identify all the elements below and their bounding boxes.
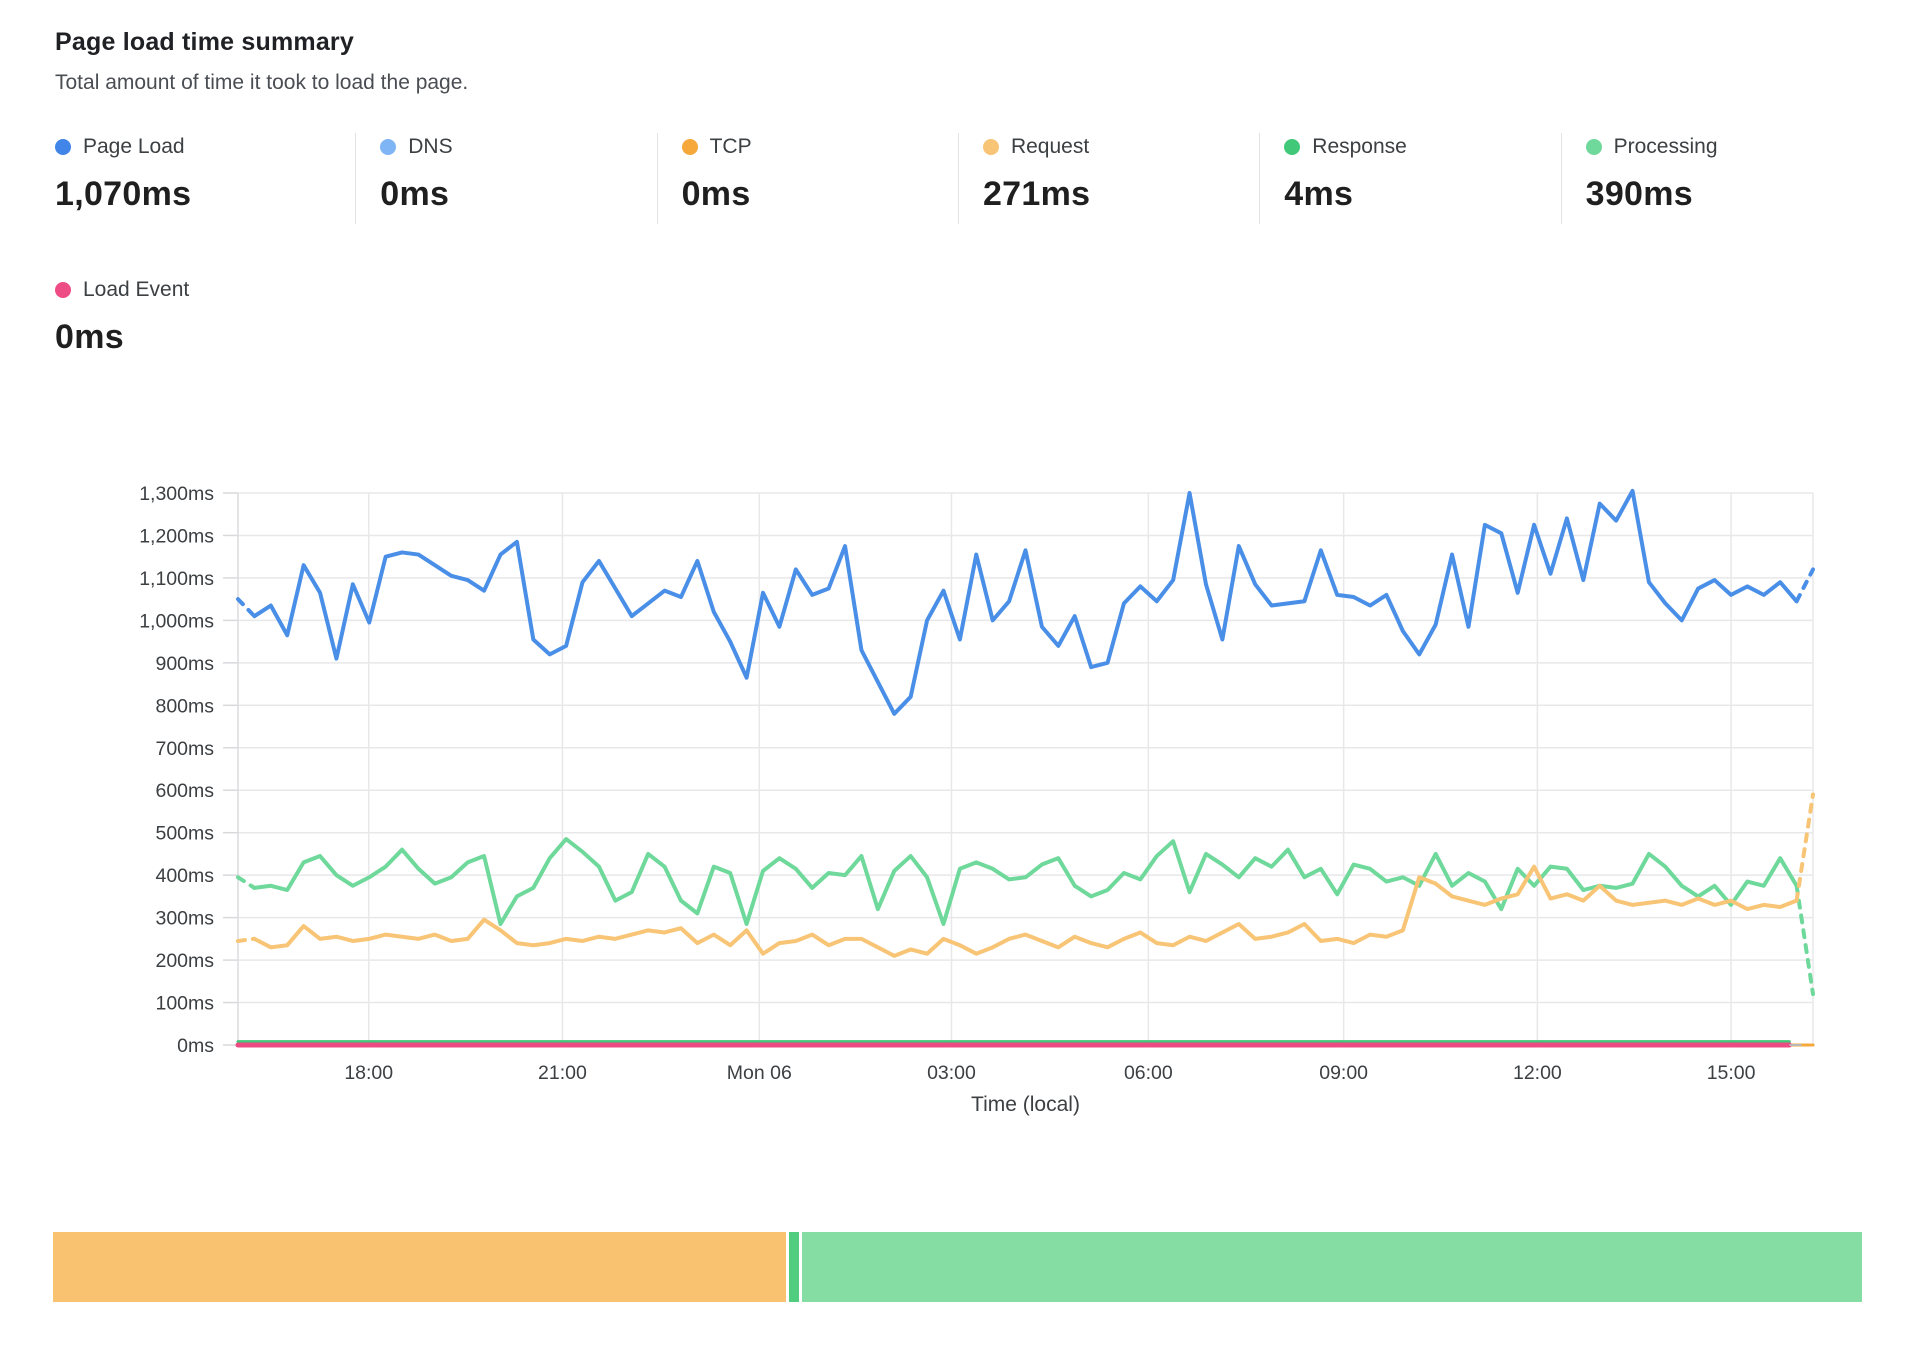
x-tick-label: Mon 06 (727, 1062, 792, 1084)
y-tick-label: 500ms (155, 823, 214, 845)
x-tick-label: 15:00 (1707, 1062, 1756, 1084)
x-tick-label: 21:00 (538, 1062, 587, 1084)
load-time-chart: 0ms 100ms 200ms 300ms 400ms 500ms 600ms 700ms 80… (55, 485, 1855, 1145)
page-subtitle: Total amount of time it took to load the… (55, 71, 1862, 95)
metrics-row: Page Load 1,070ms DNS 0ms TCP 0ms Reques… (55, 133, 1862, 224)
tcp-dot-icon (682, 139, 698, 155)
y-tick-label: 100ms (155, 993, 214, 1015)
metric-value: 0ms (682, 175, 958, 214)
page-load-summary-panel: Page load time summary Total amount of t… (0, 0, 1910, 1150)
y-tick-label: 900ms (155, 653, 214, 675)
y-tick-label: 1,000ms (139, 610, 214, 632)
page-load-dot-icon (55, 139, 71, 155)
metric-label: DNS (408, 135, 452, 159)
metric-value: 0ms (55, 318, 369, 357)
metric-label: Load Event (83, 278, 189, 302)
series-line-processing (254, 839, 1796, 924)
metric-label: Processing (1614, 135, 1718, 159)
bar-request-segment[interactable] (53, 1232, 786, 1302)
metric-label: Request (1011, 135, 1089, 159)
y-tick-label: 1,200ms (139, 525, 214, 547)
series-line-processing-dash-start (238, 877, 254, 888)
dns-dot-icon (380, 139, 396, 155)
x-tick-label: 18:00 (344, 1062, 393, 1084)
bar-response-segment[interactable] (789, 1232, 799, 1302)
processing-dot-icon (1586, 139, 1602, 155)
chart-area: 0ms 100ms 200ms 300ms 400ms 500ms 600ms 700ms 80… (55, 485, 1862, 1150)
series-line-request-dash-end (1797, 794, 1813, 900)
metric-value: 4ms (1284, 175, 1560, 214)
x-tick-label: 12:00 (1513, 1062, 1562, 1084)
metric-value: 1,070ms (55, 175, 355, 214)
bar-processing-segment[interactable] (802, 1232, 1862, 1302)
x-axis-title: Time (local) (971, 1093, 1080, 1116)
metric-value: 0ms (380, 175, 656, 214)
metric-processing: Processing 390ms (1561, 133, 1862, 224)
metric-value: 271ms (983, 175, 1259, 214)
y-tick-label: 0ms (177, 1035, 214, 1057)
metric-response: Response 4ms (1259, 133, 1560, 224)
metric-label: Response (1312, 135, 1407, 159)
y-tick-label: 1,300ms (139, 485, 214, 505)
time-share-bar[interactable] (53, 1232, 1862, 1302)
metric-load-event: Load Event 0ms (55, 276, 369, 367)
page-title: Page load time summary (55, 28, 1862, 57)
y-tick-label: 1,100ms (139, 568, 214, 590)
metric-request: Request 271ms (958, 133, 1259, 224)
metric-label: TCP (710, 135, 752, 159)
response-dot-icon (1284, 139, 1300, 155)
y-tick-label: 200ms (155, 950, 214, 972)
metric-dns: DNS 0ms (355, 133, 656, 224)
y-tick-label: 400ms (155, 865, 214, 887)
y-tick-label: 600ms (155, 780, 214, 802)
series-line-request-dash-start (238, 939, 254, 941)
y-tick-label: 300ms (155, 908, 214, 930)
series-line-request (254, 867, 1796, 956)
x-tick-label: 09:00 (1319, 1062, 1368, 1084)
series-line-page-load (254, 491, 1796, 714)
y-tick-label: 700ms (155, 738, 214, 760)
metric-tcp: TCP 0ms (657, 133, 958, 224)
series-line-page-load-dash-start (238, 599, 254, 616)
x-tick-label: 06:00 (1124, 1062, 1173, 1084)
metric-label: Page Load (83, 135, 185, 159)
y-tick-label: 800ms (155, 695, 214, 717)
metric-value: 390ms (1586, 175, 1862, 214)
request-dot-icon (983, 139, 999, 155)
metric-page-load: Page Load 1,070ms (55, 133, 355, 224)
load-event-dot-icon (55, 282, 71, 298)
series-line-processing-dash-end (1797, 886, 1813, 994)
series-line-page-load-dash-end (1797, 569, 1813, 601)
x-tick-label: 03:00 (927, 1062, 976, 1084)
metrics-row-2: Load Event 0ms (55, 276, 1862, 367)
